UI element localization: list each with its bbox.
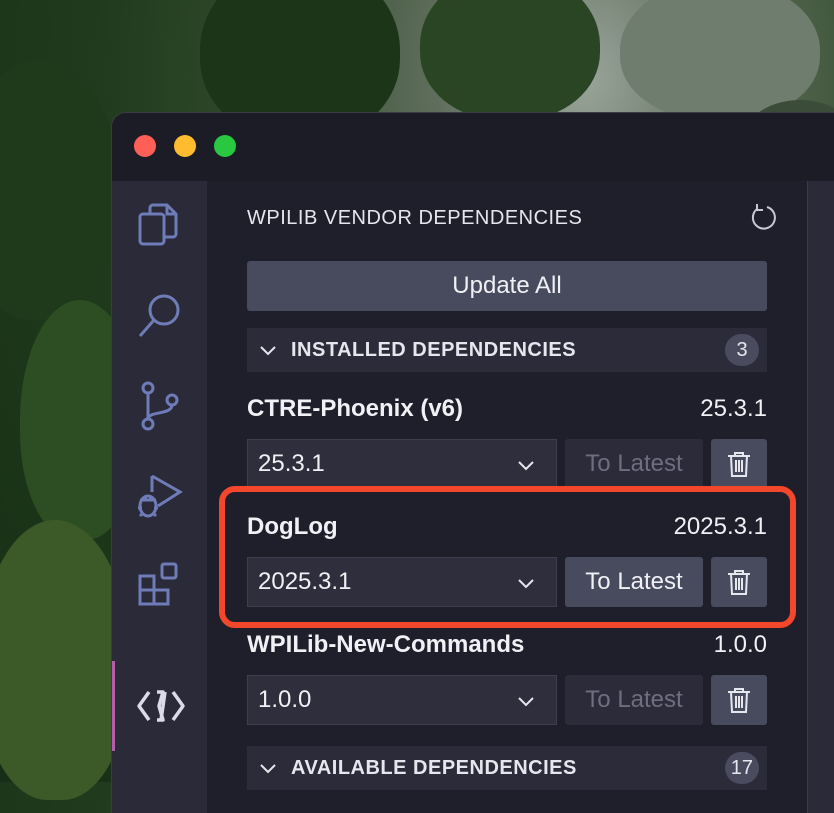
editor-area (807, 181, 834, 813)
activity-bar (112, 181, 207, 813)
version-select[interactable]: 1.0.0 (247, 675, 557, 725)
chevron-down-icon (260, 346, 276, 356)
version-select[interactable]: 2025.3.1 (247, 557, 557, 607)
dependency-name: CTRE-Phoenix (v6) (247, 395, 464, 422)
activity-search[interactable] (112, 271, 207, 361)
run-debug-icon (137, 474, 183, 518)
section-label: AVAILABLE DEPENDENCIES (291, 756, 577, 779)
activity-extensions[interactable] (112, 541, 207, 631)
source-control-icon (141, 381, 178, 431)
title-bar (112, 113, 834, 181)
chevron-down-icon (260, 764, 276, 774)
section-label: INSTALLED DEPENDENCIES (291, 338, 577, 361)
dependency-version: 2025.3.1 (673, 513, 767, 540)
available-dependencies-header[interactable]: AVAILABLE DEPENDENCIES 17 (247, 746, 767, 790)
dependency-name: DogLog (247, 513, 338, 540)
extensions-icon (138, 562, 177, 606)
search-icon (138, 294, 179, 337)
version-select[interactable]: 25.3.1 (247, 439, 557, 489)
vendor-dependencies-panel: WPILIB VENDOR DEPENDENCIES Update All IN… (207, 181, 807, 813)
activity-run-debug[interactable] (112, 451, 207, 541)
activity-explorer[interactable] (112, 181, 207, 271)
minimize-window-button[interactable] (174, 135, 196, 157)
chevron-down-icon (518, 461, 534, 471)
selected-version: 2025.3.1 (258, 568, 352, 595)
dependency-version: 1.0.0 (713, 631, 767, 658)
to-latest-button[interactable]: To Latest (565, 439, 703, 489)
chevron-down-icon (518, 579, 534, 589)
vscode-window: WPILIB VENDOR DEPENDENCIES Update All IN… (112, 113, 834, 813)
trash-icon (728, 452, 750, 477)
explorer-icon (138, 203, 177, 246)
trash-icon (728, 570, 750, 595)
uninstall-button[interactable] (711, 439, 767, 489)
dependency-name: WPILib-New-Commands (247, 631, 525, 658)
uninstall-button[interactable] (711, 557, 767, 607)
activity-wpilib-vendor[interactable] (112, 661, 207, 751)
panel-title: WPILIB VENDOR DEPENDENCIES (247, 207, 583, 229)
to-latest-button[interactable]: To Latest (565, 675, 703, 725)
selected-version: 25.3.1 (258, 450, 325, 477)
refresh-icon[interactable] (747, 201, 779, 233)
installed-dependencies-header[interactable]: INSTALLED DEPENDENCIES 3 (247, 328, 767, 372)
uninstall-button[interactable] (711, 675, 767, 725)
activity-source-control[interactable] (112, 361, 207, 451)
count-badge: 3 (725, 334, 759, 366)
close-window-button[interactable] (134, 135, 156, 157)
maximize-window-button[interactable] (214, 135, 236, 157)
to-latest-button[interactable]: To Latest (565, 557, 703, 607)
wpilib-vendor-icon (137, 690, 185, 722)
count-badge: 17 (724, 752, 759, 784)
chevron-down-icon (518, 697, 534, 707)
selected-version: 1.0.0 (258, 686, 312, 713)
update-all-button[interactable]: Update All (247, 261, 767, 311)
trash-icon (728, 688, 750, 713)
dependency-version: 25.3.1 (700, 395, 767, 422)
